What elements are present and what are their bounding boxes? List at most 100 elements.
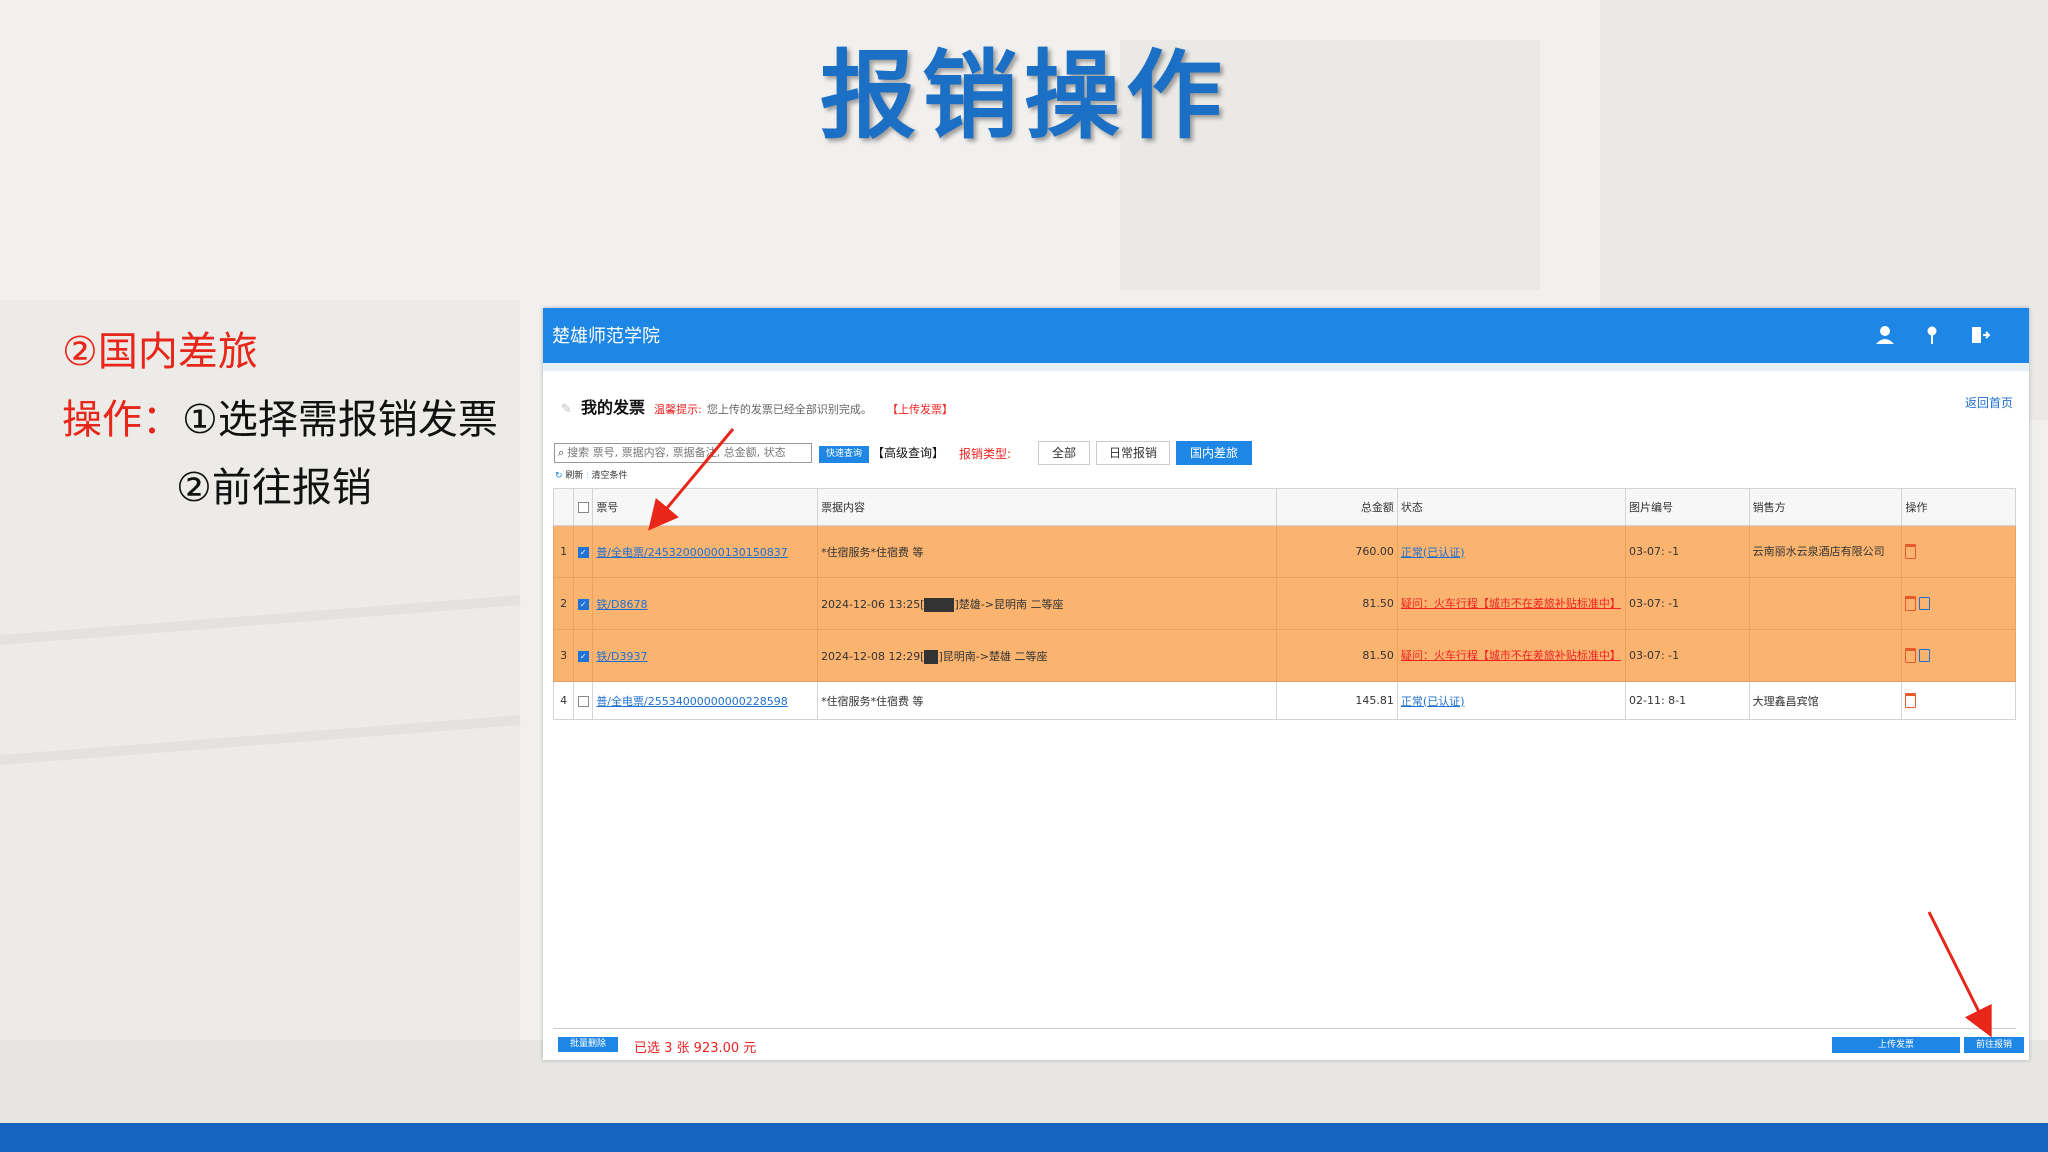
table-row[interactable]: 2 ✓ 铁/D8678 2024-12-06 13:25[]楚雄->昆明南 二等… — [552, 577, 2016, 630]
table-row[interactable]: 3 ✓ 铁/D3937 2024-12-08 12:29[]昆明南->楚雄 二等… — [552, 629, 2016, 682]
ticket-link[interactable]: 铁/D8678 — [596, 598, 647, 611]
amount-cell: 145.81 — [1275, 681, 1398, 720]
content-cell: 2024-12-08 12:29[]昆明南->楚雄 二等座 — [817, 629, 1277, 682]
status-link[interactable]: 正常(已认证) — [1401, 546, 1465, 559]
app-window: 楚雄师范学院 ✎ 我的发票 温馨提示: 您上传的发票已经全部识别完成。 【上传发… — [543, 308, 2029, 1060]
header-image-no[interactable]: 图片编号 — [1625, 488, 1750, 526]
ticket-cell[interactable]: 铁/D3937 — [592, 629, 819, 682]
invoice-table: 票号 票据内容 总金额 状态 图片编号 销售方 操作 1 ✓ 普/全电票/245… — [552, 488, 2016, 720]
upload-invoice-button[interactable]: 上传发票 — [1832, 1037, 1960, 1053]
document-icon[interactable] — [1919, 597, 1931, 610]
toolbar-actions: ↻ 刷新 ⫶ 清空条件 — [555, 468, 627, 481]
status-cell[interactable]: 疑问：火车行程【城市不在差旅补贴标准中】 — [1396, 577, 1627, 630]
ticket-cell[interactable]: 普/全电票/24532000000130150837 — [592, 525, 819, 578]
tab-all[interactable]: 全部 — [1038, 441, 1090, 465]
header-separator — [543, 363, 2029, 371]
redacted-block — [924, 649, 939, 664]
header-seller[interactable]: 销售方 — [1748, 488, 1903, 526]
image-no-cell: 02-11: 8-1 — [1625, 681, 1750, 720]
header-index — [552, 488, 575, 526]
actions-cell — [1901, 629, 2016, 682]
tab-domestic-travel[interactable]: 国内差旅 — [1176, 441, 1252, 465]
row-checkbox[interactable] — [577, 695, 589, 707]
advanced-search-button[interactable]: 【高级查询】 — [872, 444, 944, 461]
row-select[interactable]: ✓ — [573, 525, 594, 578]
table-row[interactable]: 4 普/全电票/25534000000000228598 *住宿服务*住宿费 等… — [552, 681, 2016, 720]
clear-filter-button[interactable]: 清空条件 — [591, 471, 627, 481]
document-icon[interactable] — [1919, 649, 1931, 662]
content-prefix: 2024-12-08 12:29[ — [821, 649, 925, 663]
amount-cell: 81.50 — [1275, 629, 1398, 682]
ticket-cell[interactable]: 普/全电票/25534000000000228598 — [592, 681, 819, 720]
header-content[interactable]: 票据内容 — [817, 488, 1277, 526]
search-icon: ⌕ — [558, 446, 565, 459]
instruction-step-1: ①选择需报销发票 — [182, 397, 498, 443]
actions-cell — [1901, 681, 2016, 720]
row-checkbox-checked[interactable]: ✓ — [577, 650, 589, 662]
delete-icon[interactable] — [1905, 544, 1917, 559]
row-select[interactable]: ✓ — [573, 577, 594, 630]
app-header: 楚雄师范学院 — [543, 308, 2029, 363]
goto-reimburse-button[interactable]: 前往报销 — [1964, 1037, 2024, 1053]
selected-summary: 已选 3 张 923.00 元 — [634, 1041, 757, 1056]
delete-icon[interactable] — [1905, 648, 1917, 663]
search-placeholder: 搜索 票号, 票据内容, 票据备注, 总金额, 状态 — [567, 446, 786, 459]
tab-daily-reimburse[interactable]: 日常报销 — [1096, 441, 1170, 465]
search-input[interactable]: ⌕ 搜索 票号, 票据内容, 票据备注, 总金额, 状态 — [554, 443, 812, 463]
instruction-category: ②国内差旅 — [62, 329, 258, 375]
actions-cell — [1901, 525, 2016, 578]
status-warning-link[interactable]: 疑问：火车行程【城市不在差旅补贴标准中】 — [1401, 597, 1622, 611]
quick-search-button[interactable]: 快速查询 — [819, 446, 869, 463]
row-checkbox-checked[interactable]: ✓ — [577, 546, 589, 558]
clear-filter-icon[interactable]: ⫶ — [586, 471, 588, 481]
select-all-checkbox[interactable] — [577, 502, 589, 513]
row-select[interactable] — [573, 681, 594, 720]
instruction-text: ②国内差旅 操作：①选择需报销发票 ②前往报销 — [62, 318, 498, 522]
seller-cell — [1748, 577, 1903, 630]
delete-icon[interactable] — [1905, 596, 1917, 611]
refresh-icon[interactable]: ↻ — [555, 471, 563, 481]
pencil-icon: ✎ — [561, 402, 572, 417]
back-home-link[interactable]: 返回首页 — [1965, 394, 2013, 411]
row-checkbox-checked[interactable]: ✓ — [577, 598, 589, 610]
row-index: 1 — [552, 525, 575, 578]
batch-delete-button[interactable]: 批量删除 — [558, 1037, 618, 1052]
header-status[interactable]: 状态 — [1396, 488, 1627, 526]
header-ticket[interactable]: 票号 — [592, 488, 819, 526]
ticket-cell[interactable]: 铁/D8678 — [592, 577, 819, 630]
instruction-step-2: ②前往报销 — [176, 465, 372, 511]
status-cell[interactable]: 正常(已认证) — [1396, 525, 1627, 578]
row-index: 2 — [552, 577, 575, 630]
upload-invoice-link[interactable]: 【上传发票】 — [887, 403, 953, 416]
logout-icon[interactable] — [1966, 322, 1992, 348]
ticket-link[interactable]: 普/全电票/24532000000130150837 — [596, 546, 787, 559]
status-cell[interactable]: 正常(已认证) — [1396, 681, 1627, 720]
table-row[interactable]: 1 ✓ 普/全电票/24532000000130150837 *住宿服务*住宿费… — [552, 525, 2016, 578]
status-cell[interactable]: 疑问：火车行程【城市不在差旅补贴标准中】 — [1396, 629, 1627, 682]
seller-cell — [1748, 629, 1903, 682]
reimburse-type-label: 报销类型: — [959, 447, 1012, 461]
seller-name: 云南丽水云泉酒店有限公司 — [1752, 544, 1885, 558]
image-no-cell: 03-07: -1 — [1625, 577, 1750, 630]
actions-cell — [1901, 577, 2016, 630]
refresh-button[interactable]: 刷新 — [565, 471, 583, 481]
status-link[interactable]: 正常(已认证) — [1401, 695, 1465, 708]
user-icon[interactable] — [1872, 322, 1898, 348]
delete-icon[interactable] — [1905, 693, 1917, 708]
table-header-row: 票号 票据内容 总金额 状态 图片编号 销售方 操作 — [552, 488, 2016, 526]
ticket-link[interactable]: 普/全电票/25534000000000228598 — [596, 695, 787, 708]
status-warning-link[interactable]: 疑问：火车行程【城市不在差旅补贴标准中】 — [1401, 649, 1622, 663]
header-amount[interactable]: 总金额 — [1275, 488, 1398, 526]
location-pin-icon[interactable] — [1919, 322, 1945, 348]
amount-cell: 81.50 — [1275, 577, 1398, 630]
redacted-block — [924, 597, 955, 612]
instruction-label: 操作： — [62, 397, 182, 443]
header-select-all[interactable] — [573, 488, 594, 526]
image-no-cell: 03-07: -1 — [1625, 525, 1750, 578]
slide-title: 报销操作 — [820, 40, 1228, 152]
content-prefix: 2024-12-06 13:25[ — [821, 597, 925, 611]
brand-name: 楚雄师范学院 — [552, 326, 660, 347]
ticket-link[interactable]: 铁/D3937 — [596, 650, 647, 663]
row-select[interactable]: ✓ — [573, 629, 594, 682]
footer-divider — [553, 1028, 2016, 1029]
